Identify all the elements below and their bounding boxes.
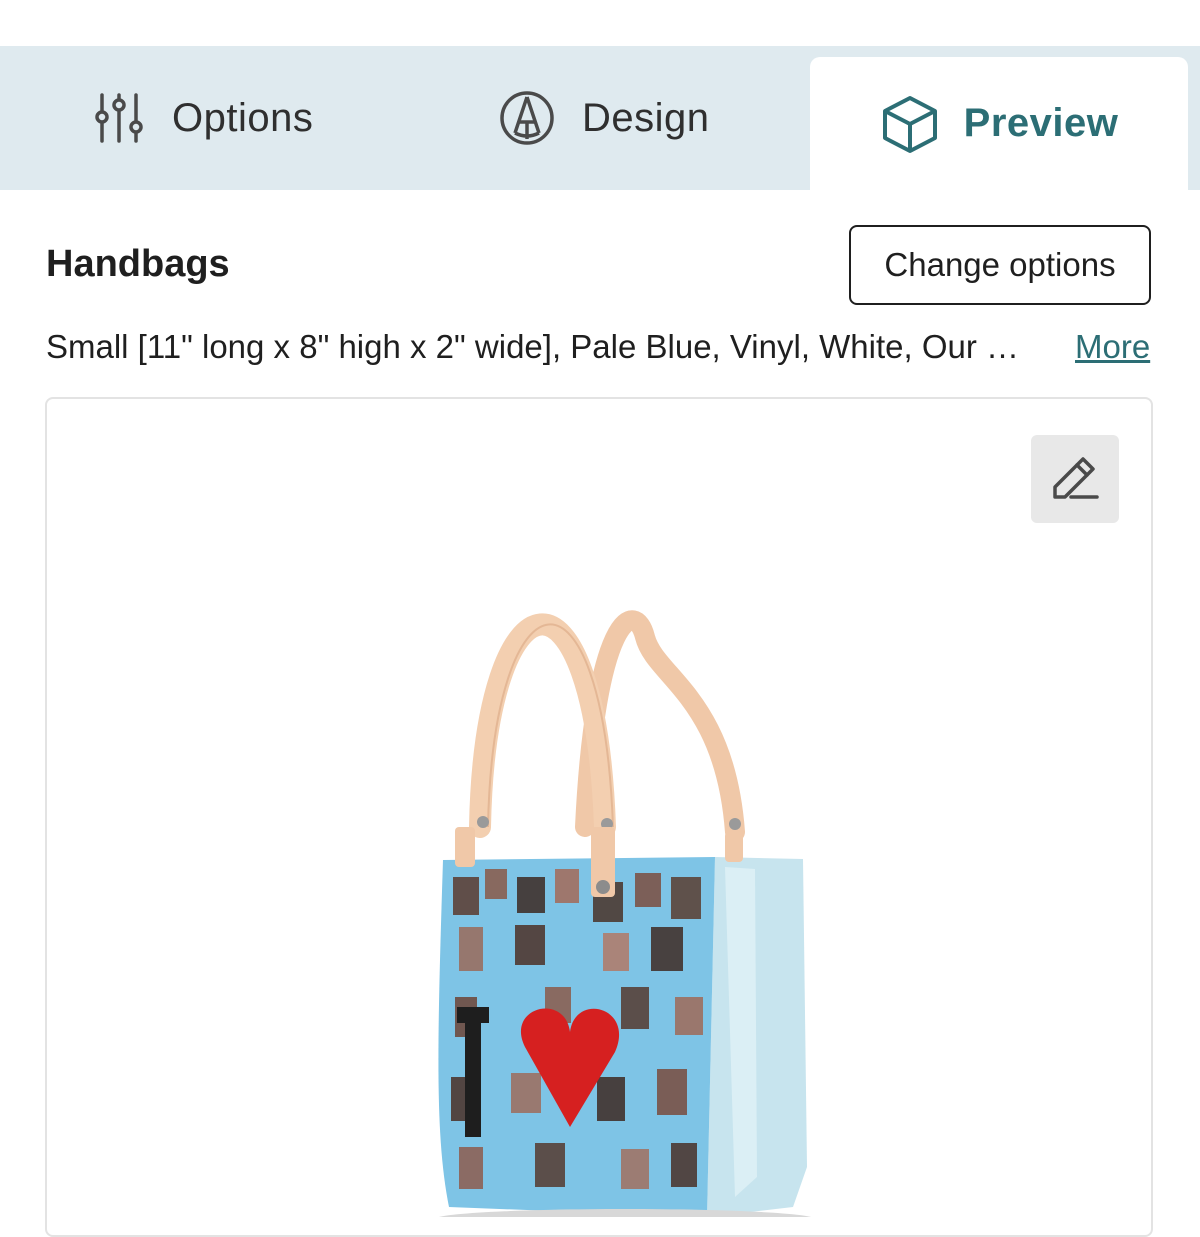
tab-design[interactable]: Design [498,46,710,190]
product-title: Handbags [46,243,230,285]
sliders-icon [92,91,146,145]
tab-preview-label: Preview [963,101,1119,145]
tab-preview[interactable]: Preview [810,57,1188,190]
handbag-preview-image[interactable] [425,577,825,1229]
change-options-button[interactable]: Change options [849,225,1151,305]
tab-design-label: Design [582,95,710,140]
more-link[interactable]: More [1075,328,1150,366]
edit-icon [1047,449,1103,510]
tab-options[interactable]: Options [92,46,313,190]
top-spacer [0,0,1200,46]
pencil-circle-icon [498,89,556,147]
tab-bar: Options Design Preview [0,46,1200,190]
preview-card [45,397,1153,1237]
edit-button[interactable] [1031,435,1119,523]
options-summary: Small [11" long x 8" high x 2" wide], Pa… [46,328,1020,365]
tab-options-label: Options [172,95,314,140]
cube-icon [880,94,940,154]
